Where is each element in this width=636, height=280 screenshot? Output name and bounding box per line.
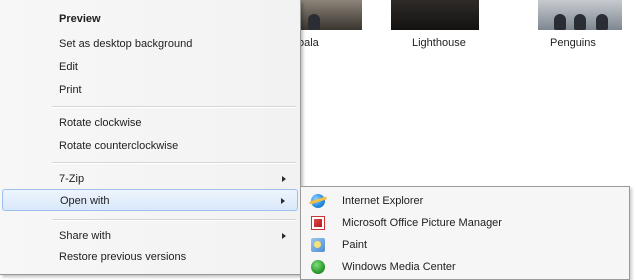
windows-media-center-icon bbox=[311, 260, 325, 274]
menu-separator bbox=[52, 162, 296, 164]
menu-item-share-with[interactable]: Share with bbox=[2, 225, 298, 247]
submenu-item-label: Windows Media Center bbox=[342, 261, 456, 273]
lighthouse-thumbnail[interactable] bbox=[391, 0, 479, 30]
context-menu: Preview Set as desktop background Edit P… bbox=[0, 0, 301, 275]
submenu-arrow-icon bbox=[282, 233, 286, 239]
menu-item-preview[interactable]: Preview bbox=[2, 8, 298, 30]
menu-separator bbox=[52, 106, 296, 108]
internet-explorer-icon bbox=[311, 194, 325, 208]
menu-item-label: Open with bbox=[60, 195, 110, 207]
submenu-item-label: Internet Explorer bbox=[342, 195, 424, 207]
menu-item-label: Print bbox=[59, 84, 82, 96]
submenu-item-label: Microsoft Office Picture Manager bbox=[342, 217, 502, 229]
menu-item-print[interactable]: Print bbox=[2, 79, 298, 101]
menu-item-label: Rotate counterclockwise bbox=[59, 140, 179, 152]
submenu-item-microsoft-office-picture-manager[interactable]: Microsoft Office Picture Manager bbox=[302, 212, 628, 234]
menu-item-label: Preview bbox=[59, 13, 101, 25]
menu-item-set-as-desktop-background[interactable]: Set as desktop background bbox=[2, 33, 298, 55]
picture-manager-icon bbox=[311, 216, 325, 230]
menu-item-label: Restore previous versions bbox=[59, 251, 187, 263]
menu-item-label: Rotate clockwise bbox=[59, 117, 142, 129]
menu-item-restore-previous-versions[interactable]: Restore previous versions bbox=[2, 246, 298, 268]
menu-item-label: Set as desktop background bbox=[59, 38, 193, 50]
menu-item-7-zip[interactable]: 7-Zip bbox=[2, 168, 298, 190]
penguins-thumbnail[interactable] bbox=[538, 0, 622, 30]
submenu-item-internet-explorer[interactable]: Internet Explorer bbox=[302, 190, 628, 212]
submenu-item-paint[interactable]: Paint bbox=[302, 234, 628, 256]
menu-item-label: Edit bbox=[59, 61, 78, 73]
menu-separator bbox=[52, 219, 296, 221]
open-with-submenu: Internet Explorer Microsoft Office Pictu… bbox=[300, 186, 630, 280]
penguins-thumbnail-label[interactable]: Penguins bbox=[550, 37, 596, 49]
menu-item-rotate-clockwise[interactable]: Rotate clockwise bbox=[2, 112, 298, 134]
koala-thumbnail-label[interactable]: oala bbox=[298, 37, 319, 49]
paint-icon bbox=[311, 238, 325, 252]
menu-item-label: 7-Zip bbox=[59, 173, 85, 185]
menu-item-rotate-counterclockwise[interactable]: Rotate counterclockwise bbox=[2, 135, 298, 157]
submenu-item-label: Paint bbox=[342, 239, 368, 251]
menu-item-edit[interactable]: Edit bbox=[2, 56, 298, 78]
submenu-arrow-icon bbox=[282, 176, 286, 182]
menu-item-label: Share with bbox=[59, 230, 111, 242]
lighthouse-thumbnail-label[interactable]: Lighthouse bbox=[412, 37, 466, 49]
menu-item-open-with[interactable]: Open with bbox=[2, 189, 298, 211]
submenu-item-windows-media-center[interactable]: Windows Media Center bbox=[302, 256, 628, 278]
submenu-arrow-icon bbox=[281, 198, 285, 204]
